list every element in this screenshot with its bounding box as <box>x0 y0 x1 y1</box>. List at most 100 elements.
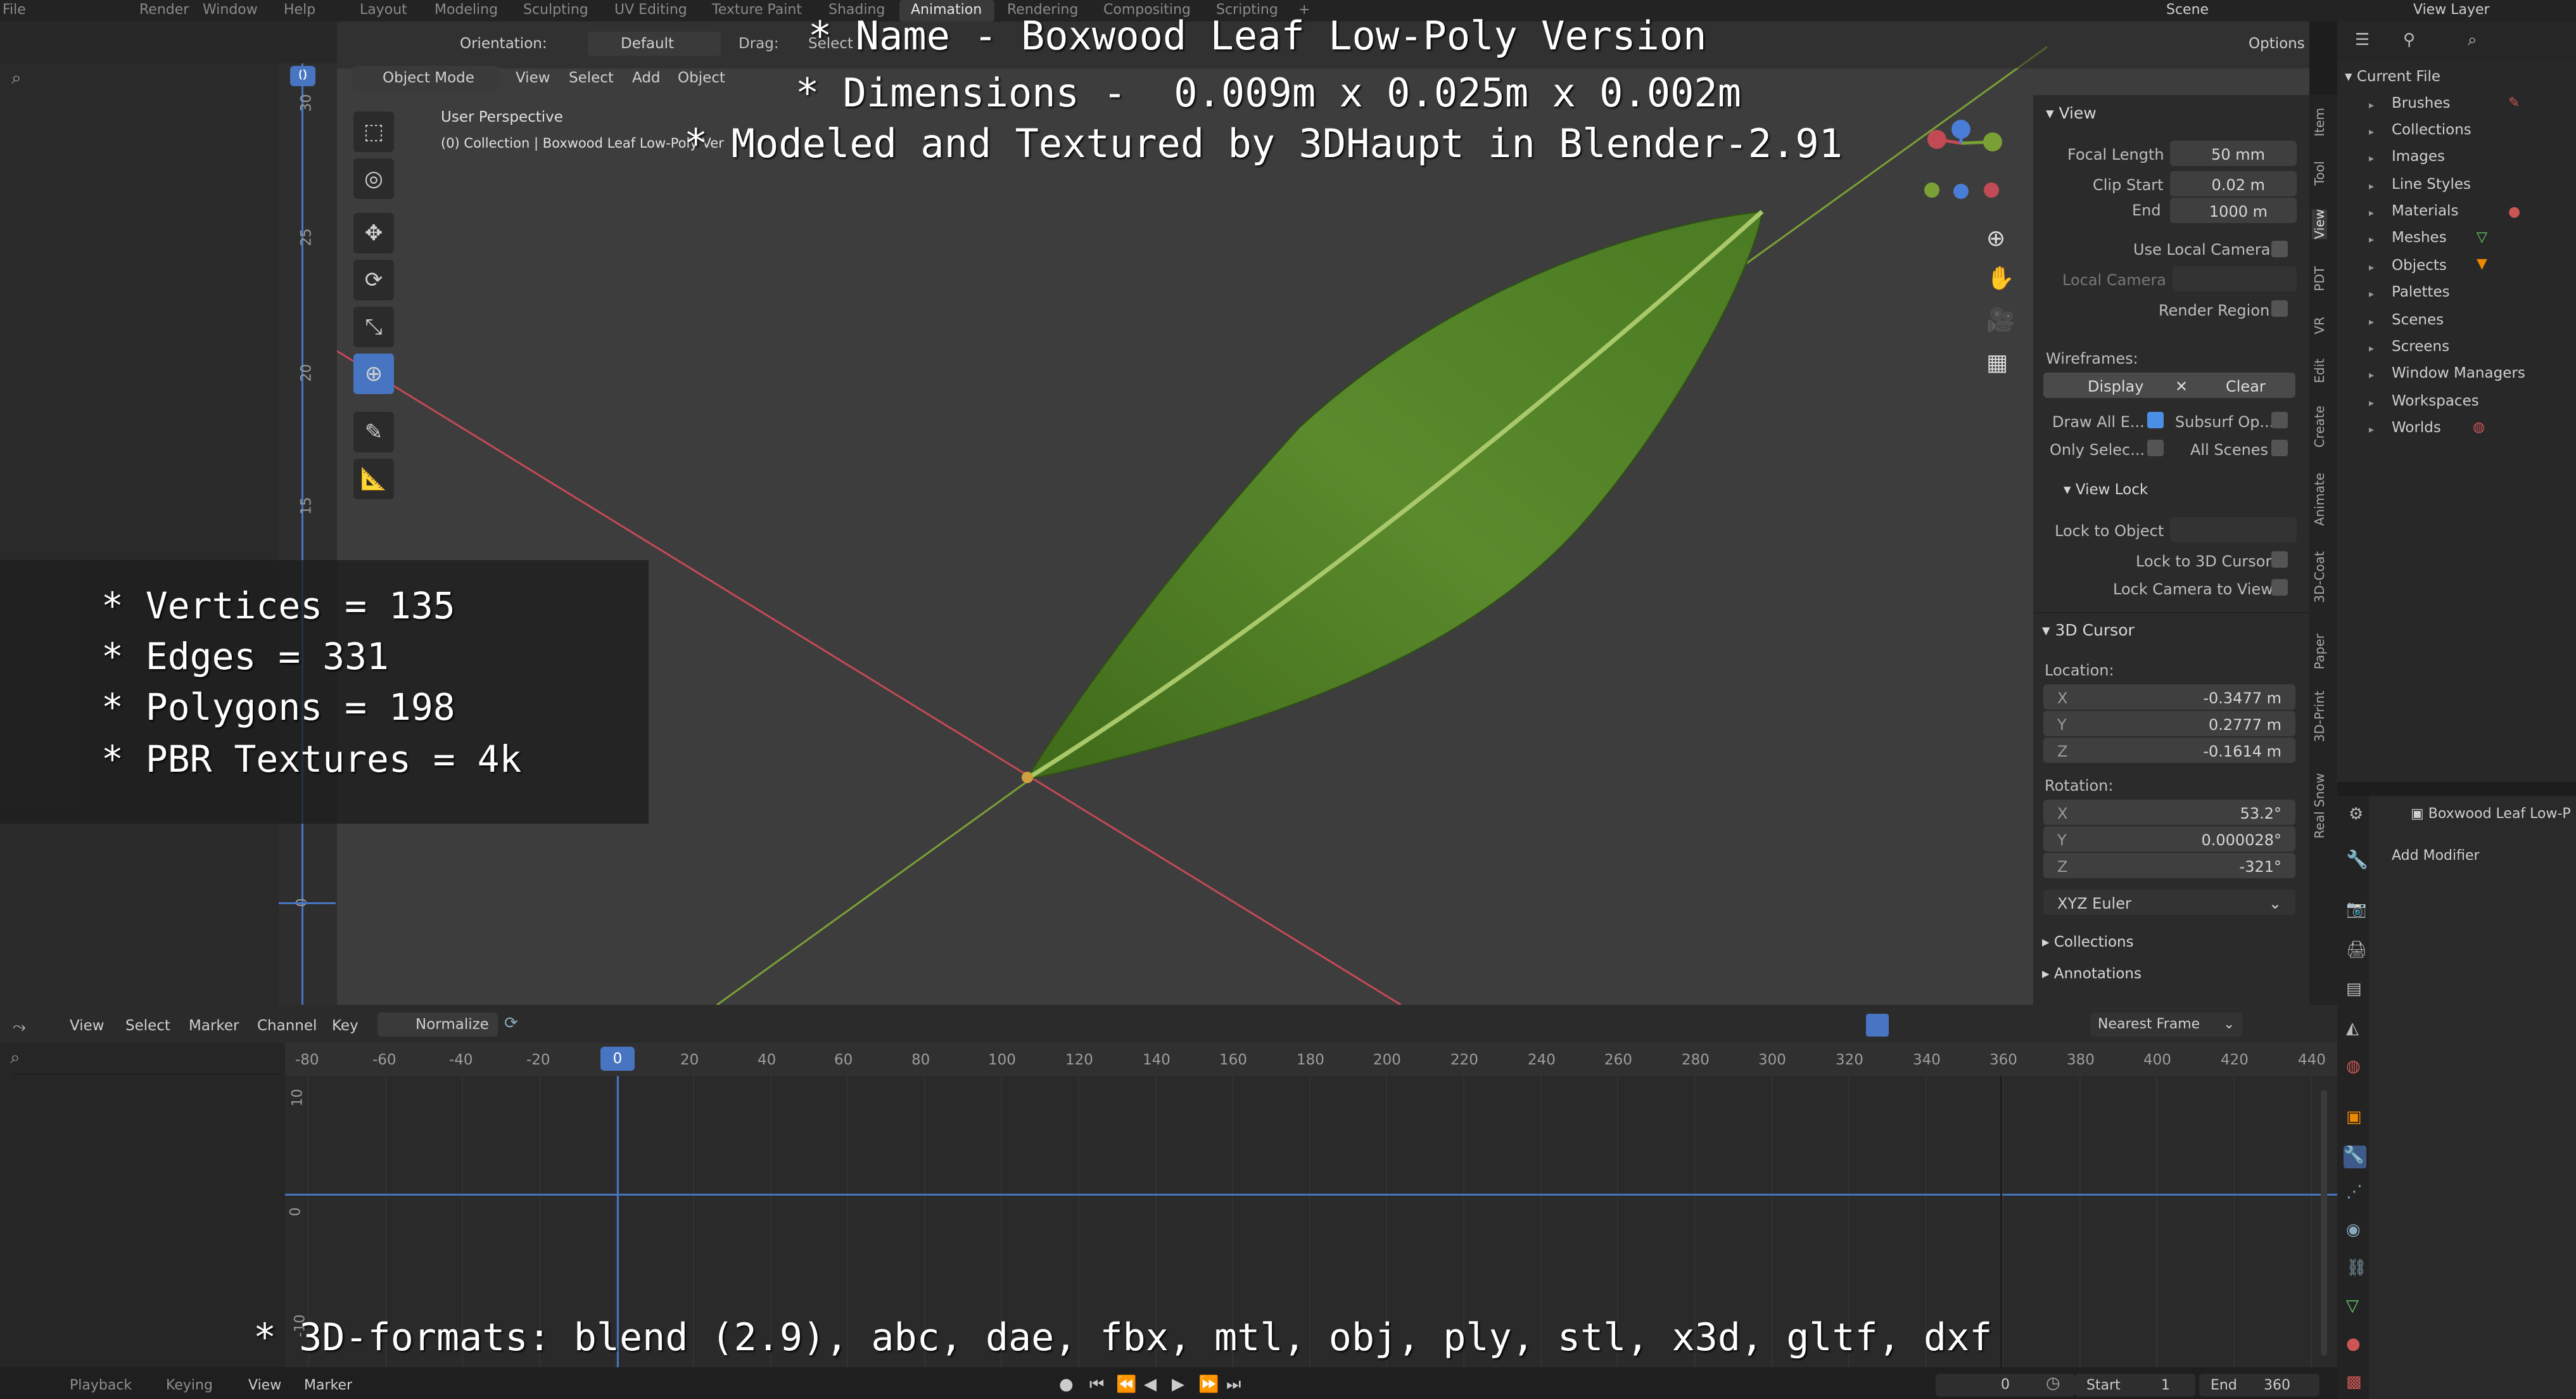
play-icon[interactable]: ▶ <box>1172 1375 1184 1394</box>
clear-button[interactable]: Clear <box>2226 378 2266 395</box>
display-mode-icon[interactable]: ☰ <box>2355 30 2370 49</box>
tab-pdt[interactable]: PDT <box>2312 266 2327 291</box>
display-button[interactable]: Display <box>2088 378 2143 395</box>
menu-render[interactable]: Render <box>139 2 189 18</box>
camera-view-icon[interactable]: 🎥 <box>1986 307 2015 333</box>
modifier-tab-icon[interactable]: 🔧 <box>2344 1146 2366 1168</box>
jump-start-icon[interactable]: ⏮ <box>1089 1375 1104 1395</box>
cursor-location-y[interactable]: Y 0.2777 m <box>2043 711 2295 736</box>
physics-tab-icon[interactable]: ◉ <box>2346 1220 2361 1239</box>
tool-tab-icon[interactable]: 🔧 <box>2346 849 2368 870</box>
all-scenes-checkbox[interactable] <box>2271 440 2288 456</box>
select-tool-icon[interactable]: ⬚ <box>353 112 394 152</box>
zoom-icon[interactable]: ⊕ <box>1986 226 2005 252</box>
dopesheet-menu-key[interactable]: Key <box>332 1018 358 1034</box>
clock-icon[interactable]: ◷ <box>2046 1374 2060 1393</box>
scene-tab-icon[interactable]: ◭ <box>2346 1019 2359 1038</box>
search-icon[interactable]: ⌕ <box>11 67 22 89</box>
rotation-mode-dropdown[interactable]: XYZ Euler ⌄ <box>2043 890 2295 915</box>
view-layer-tab-icon[interactable]: ▤ <box>2346 980 2362 999</box>
tab-paper[interactable]: Paper <box>2312 634 2327 670</box>
search-icon[interactable]: ⌕ <box>2468 30 2477 50</box>
clip-start-field[interactable]: 0.02 m <box>2170 171 2297 196</box>
tab-item[interactable]: Item <box>2312 108 2327 137</box>
measure-tool-icon[interactable]: 📐 <box>353 459 394 499</box>
timeline-menu-marker[interactable]: Marker <box>304 1377 352 1393</box>
tab-edit[interactable]: Edit <box>2312 359 2327 383</box>
menu-file[interactable]: File <box>3 2 26 18</box>
3d-cursor-panel-header[interactable]: ▾ 3D Cursor <box>2042 621 2135 639</box>
world-tab-icon[interactable]: ◍ <box>2346 1057 2361 1076</box>
ortho-grid-icon[interactable]: ▦ <box>1986 350 2008 376</box>
search-icon[interactable]: ⌕ <box>10 1047 20 1068</box>
tab-view[interactable]: View <box>2312 209 2327 240</box>
object-tab-icon[interactable]: ▣ <box>2346 1108 2362 1127</box>
outliner-item-brushes[interactable]: Brushes <box>2392 95 2451 112</box>
cursor-tool-icon[interactable]: ◎ <box>353 158 394 199</box>
next-keyframe-icon[interactable]: ⏩ <box>1198 1375 1219 1394</box>
use-local-camera-checkbox[interactable] <box>2271 241 2288 257</box>
play-reverse-icon[interactable]: ◀ <box>1144 1375 1157 1394</box>
outliner-item-palettes[interactable]: Palettes <box>2392 284 2450 300</box>
tab-sculpting[interactable]: Sculpting <box>523 2 588 18</box>
scene-selector[interactable]: Scene <box>2166 2 2209 18</box>
output-tab-icon[interactable]: 🖨 <box>2346 940 2367 959</box>
render-region-checkbox[interactable] <box>2271 300 2288 317</box>
outliner-item-line-styles[interactable]: Line Styles <box>2392 176 2471 193</box>
tab-3d-print[interactable]: 3D-Print <box>2312 691 2327 742</box>
outliner-item-screens[interactable]: Screens <box>2392 338 2449 355</box>
dopesheet-menu-channel[interactable]: Channel <box>257 1018 317 1034</box>
options-menu[interactable]: Options <box>2249 35 2305 52</box>
only-selected-checkbox[interactable] <box>2147 440 2164 456</box>
vertical-scrollbar[interactable] <box>2321 1090 2327 1356</box>
cursor-location-x[interactable]: X -0.3477 m <box>2043 684 2295 710</box>
editor-type-icon[interactable]: ⤳ <box>13 1018 26 1037</box>
outliner-item-images[interactable]: Images <box>2392 148 2445 165</box>
navigation-gizmo[interactable] <box>1907 114 2008 215</box>
add-modifier-button[interactable]: Add Modifier <box>2392 848 2480 864</box>
constraints-tab-icon[interactable]: ⛓ <box>2346 1258 2367 1277</box>
local-camera-field[interactable] <box>2173 266 2297 291</box>
tab-layout[interactable]: Layout <box>360 2 407 18</box>
outliner-item-meshes[interactable]: Meshes <box>2392 229 2447 246</box>
outliner-item-window-managers[interactable]: Window Managers <box>2392 365 2525 381</box>
render-tab-icon[interactable]: 📷 <box>2346 900 2366 919</box>
dopesheet-menu-view[interactable]: View <box>70 1018 105 1034</box>
lock-camera-to-view-checkbox[interactable] <box>2271 579 2288 596</box>
draw-all-edges-checkbox[interactable] <box>2147 412 2164 428</box>
3d-viewport[interactable] <box>337 22 2309 1005</box>
outliner-item-collections[interactable]: Collections <box>2392 122 2471 138</box>
playback-menu[interactable]: Playback <box>70 1377 132 1393</box>
texture-tab-icon[interactable]: ▩ <box>2346 1372 2362 1391</box>
lock-to-object-field[interactable] <box>2170 517 2297 542</box>
focal-length-field[interactable]: 50 mm <box>2170 141 2297 166</box>
cursor-location-z[interactable]: Z -0.1614 m <box>2043 738 2295 763</box>
tab-tool[interactable]: Tool <box>2312 161 2327 186</box>
tab-3d-coat[interactable]: 3D-Coat <box>2312 551 2327 603</box>
particles-tab-icon[interactable]: ⋰ <box>2346 1182 2363 1201</box>
prev-keyframe-icon[interactable]: ⏪ <box>1116 1375 1136 1394</box>
tab-uv-editing[interactable]: UV Editing <box>614 2 687 18</box>
cursor-rotation-z[interactable]: Z -321° <box>2043 853 2295 878</box>
jump-end-icon[interactable]: ⏭ <box>1226 1375 1241 1395</box>
outliner-item-worlds[interactable]: Worlds <box>2392 419 2441 436</box>
transform-tool-icon[interactable]: ⊕ <box>353 354 394 394</box>
tab-modeling[interactable]: Modeling <box>435 2 498 18</box>
view-layer-selector[interactable]: View Layer <box>2413 2 2490 18</box>
viewport-menu-select[interactable]: Select <box>569 70 614 86</box>
object-name-field[interactable]: ▣ Boxwood Leaf Low-P <box>2411 806 2571 822</box>
timeline-menu-view[interactable]: View <box>248 1377 281 1393</box>
viewport-menu-object[interactable]: Object <box>678 70 725 86</box>
viewport-menu-add[interactable]: Add <box>632 70 661 86</box>
outliner-item-workspaces[interactable]: Workspaces <box>2392 393 2479 409</box>
annotations-panel-header[interactable]: ▸ Annotations <box>2042 966 2141 982</box>
material-tab-icon[interactable]: ● <box>2346 1334 2361 1353</box>
keying-menu[interactable]: Keying <box>166 1377 213 1393</box>
tab-texture-paint[interactable]: Texture Paint <box>712 2 802 18</box>
annotate-tool-icon[interactable]: ✎ <box>353 412 394 452</box>
view-panel-header[interactable]: ▾ View <box>2046 104 2097 122</box>
record-icon[interactable]: ● <box>1059 1375 1074 1394</box>
tab-real-snow[interactable]: Real Snow <box>2312 773 2327 838</box>
view-lock-header[interactable]: ▾ View Lock <box>2064 482 2148 498</box>
data-tab-icon[interactable]: ▽ <box>2346 1296 2359 1315</box>
